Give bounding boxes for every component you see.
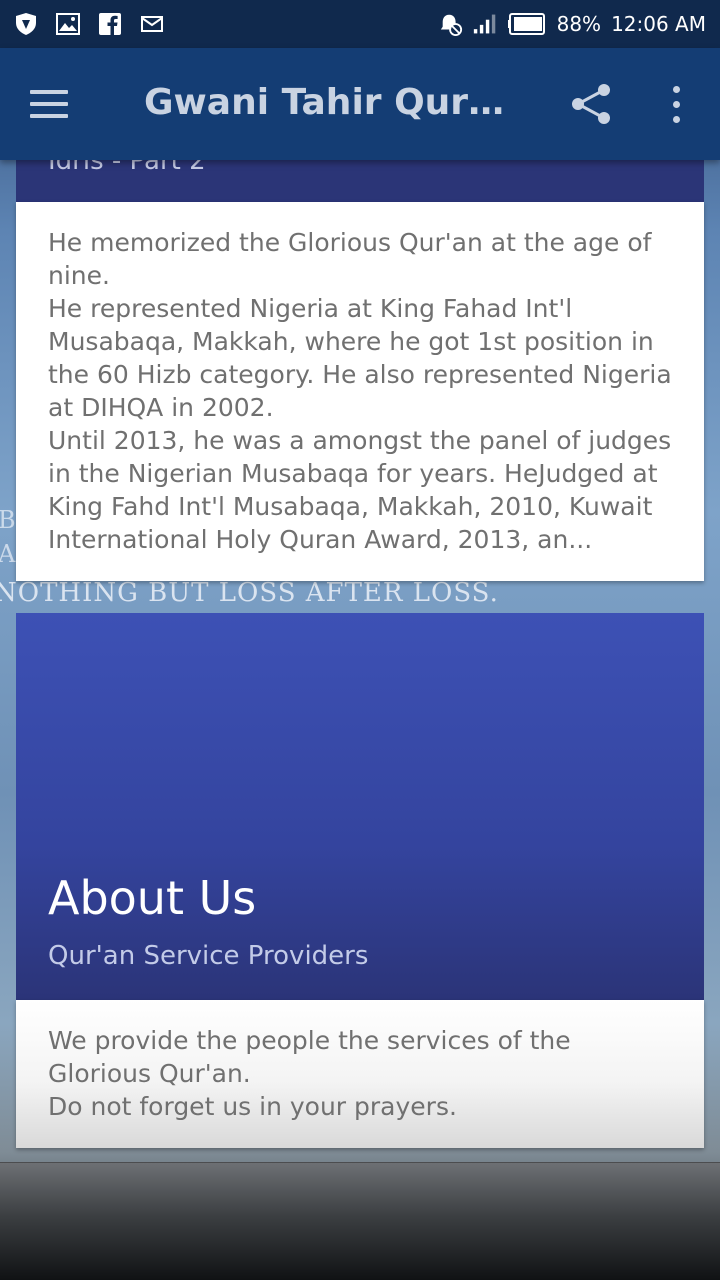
shield-icon bbox=[14, 12, 38, 36]
facebook-icon bbox=[98, 12, 122, 36]
background-letter: B bbox=[0, 506, 16, 534]
more-vert-icon[interactable] bbox=[660, 82, 692, 126]
about-us-card-body[interactable]: We provide the people the services of th… bbox=[16, 1000, 704, 1148]
battery-percent: 88% bbox=[556, 12, 602, 36]
share-icon[interactable] bbox=[570, 82, 614, 126]
background-letter: A bbox=[0, 540, 16, 568]
app-bar: Gwani Tahir Qur'an... bbox=[0, 48, 720, 160]
about-us-title: About Us bbox=[48, 871, 257, 925]
article-card-text: He memorized the Glorious Qur'an at the … bbox=[48, 228, 672, 554]
alarm-off-icon bbox=[439, 12, 463, 36]
status-bar: 88% 12:06 AM bbox=[0, 0, 720, 48]
about-us-subtitle: Qur'an Service Providers bbox=[48, 941, 369, 971]
article-card-body[interactable]: He memorized the Glorious Qur'an at the … bbox=[16, 202, 704, 581]
app-title: Gwani Tahir Qur'an... bbox=[144, 82, 514, 123]
signal-icon bbox=[473, 12, 497, 36]
about-us-text: We provide the people the services of th… bbox=[48, 1026, 571, 1121]
mail-icon bbox=[140, 12, 164, 36]
background-caption: NOTHING BUT LOSS AFTER LOSS. bbox=[0, 578, 499, 608]
about-us-card-header[interactable]: About Us Qur'an Service Providers bbox=[16, 613, 704, 1000]
image-icon bbox=[56, 12, 80, 36]
clock: 12:06 AM bbox=[611, 12, 706, 36]
battery-icon bbox=[507, 12, 547, 36]
hamburger-menu-icon[interactable] bbox=[30, 80, 82, 128]
bottom-shade bbox=[0, 1162, 720, 1280]
